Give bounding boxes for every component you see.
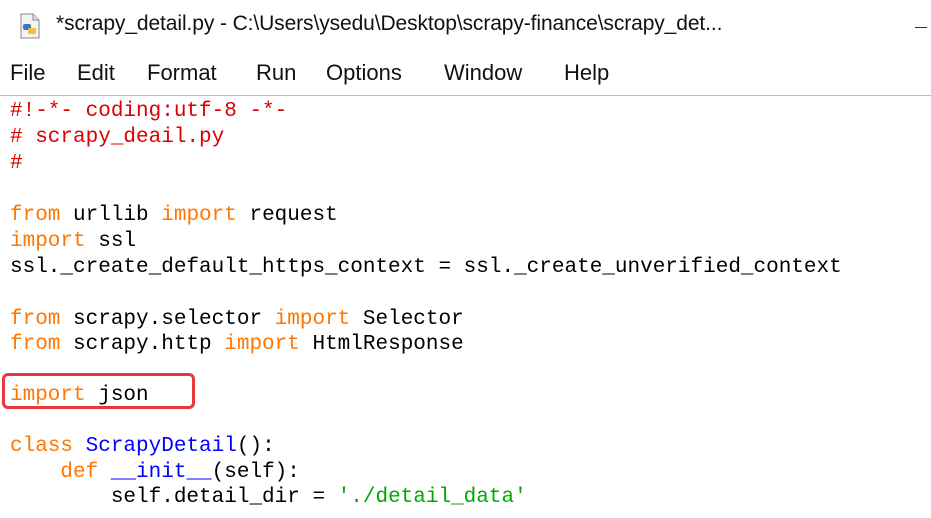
window-title: *scrapy_detail.py - C:\Users\ysedu\Deskt… xyxy=(56,12,723,35)
code-editor[interactable]: #!-*- coding:utf-8 -*- # scrapy_deail.py #… xyxy=(0,96,931,518)
code-line[interactable]: # scrapy_deail.py xyxy=(10,125,224,151)
menu-edit[interactable]: Edit xyxy=(77,60,115,86)
code-keyword: from xyxy=(10,308,61,331)
code-keyword: import xyxy=(274,308,351,331)
code-line[interactable]: import json xyxy=(10,383,149,409)
code-line[interactable]: from scrapy.selector import Selector xyxy=(10,307,464,333)
code-definition-name: __init__ xyxy=(110,461,212,484)
title-bar: *scrapy_detail.py - C:\Users\ysedu\Deskt… xyxy=(0,0,931,52)
code-comment: # scrapy_deail.py xyxy=(10,126,225,149)
menu-help[interactable]: Help xyxy=(564,60,609,86)
code-line[interactable]: from urllib import request xyxy=(10,203,338,229)
code-keyword: def xyxy=(60,461,99,484)
code-comment: # xyxy=(10,152,23,175)
code-keyword: from xyxy=(10,333,61,356)
code-keyword: class xyxy=(10,435,74,458)
code-line[interactable]: ssl._create_default_https_context = ssl.… xyxy=(10,255,842,281)
code-keyword: import xyxy=(224,333,300,356)
code-keyword: import xyxy=(10,384,86,407)
code-comment: #!-*- coding:utf-8 -*- xyxy=(10,100,288,123)
idle-editor-window: *scrapy_detail.py - C:\Users\ysedu\Deskt… xyxy=(0,0,931,518)
code-keyword: from xyxy=(10,204,61,227)
code-line[interactable]: # xyxy=(10,151,23,177)
menu-format[interactable]: Format xyxy=(147,60,217,86)
code-definition-name: ScrapyDetail xyxy=(85,435,237,458)
code-keyword: import xyxy=(161,204,237,227)
code-text: scrapy.selector xyxy=(60,308,275,331)
menu-options[interactable]: Options xyxy=(326,60,402,86)
menu-file[interactable]: File xyxy=(10,60,45,86)
code-text: self.detail_dir = xyxy=(10,486,338,509)
code-text: ssl xyxy=(85,230,137,253)
code-keyword: import xyxy=(10,230,86,253)
code-text: HtmlResponse xyxy=(299,333,464,356)
minimize-button[interactable] xyxy=(909,0,931,52)
code-text: (): xyxy=(236,435,275,458)
code-text: urllib xyxy=(60,204,162,227)
code-line[interactable]: from scrapy.http import HtmlResponse xyxy=(10,332,464,358)
code-text: Selector xyxy=(350,308,464,331)
python-file-icon xyxy=(20,13,40,39)
code-line[interactable]: #!-*- coding:utf-8 -*- xyxy=(10,99,287,125)
code-line[interactable]: class ScrapyDetail(): xyxy=(10,434,275,460)
code-text: json xyxy=(85,384,149,407)
code-line[interactable]: def __init__(self): xyxy=(10,460,300,486)
code-line[interactable]: self.detail_dir = './detail_data' xyxy=(10,485,527,511)
menu-run[interactable]: Run xyxy=(256,60,296,86)
code-text: ssl._create_default_https_context = ssl.… xyxy=(10,256,842,279)
code-text: scrapy.http xyxy=(60,333,225,356)
code-text: request xyxy=(236,204,338,227)
code-text: (self): xyxy=(211,461,300,484)
menu-bar: File Edit Format Run Options Window Help xyxy=(0,56,931,94)
menu-window[interactable]: Window xyxy=(444,60,522,86)
code-string: './detail_data' xyxy=(337,486,527,509)
code-line[interactable]: import ssl xyxy=(10,229,136,255)
